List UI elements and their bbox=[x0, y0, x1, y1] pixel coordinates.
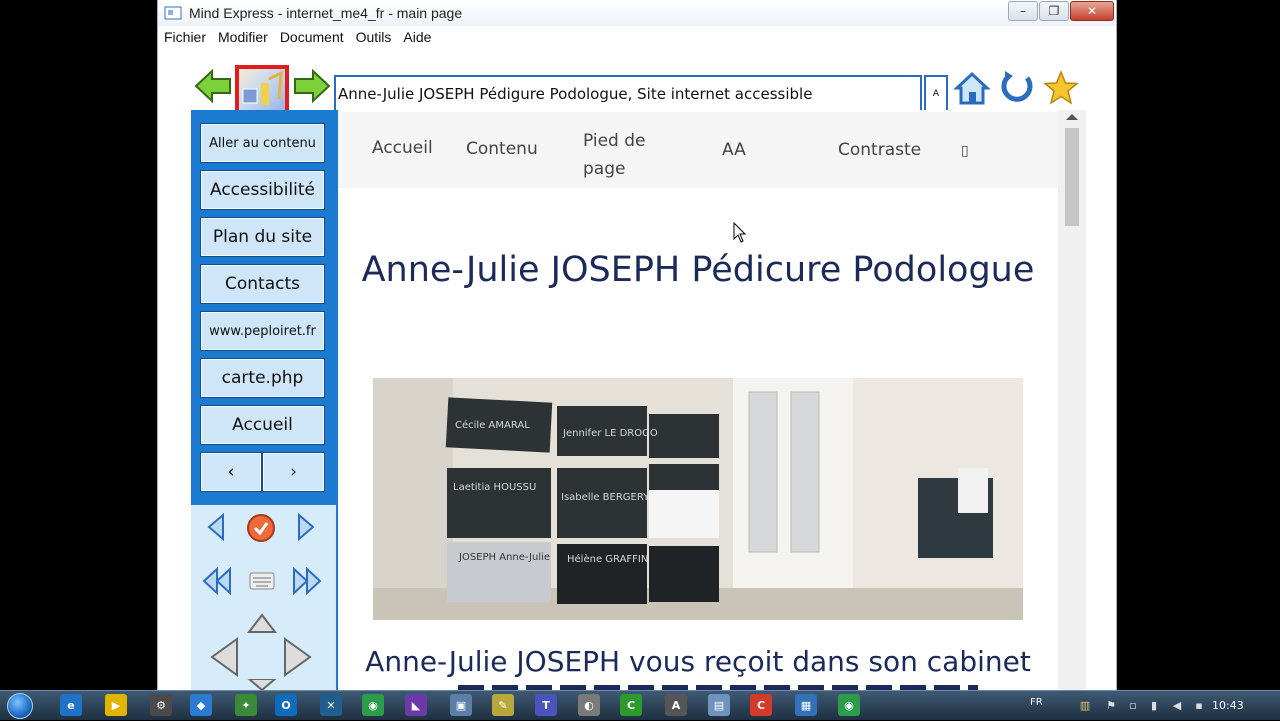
app-area: Anne-Julie JOSEPH Pédigure Podologue, Si… bbox=[191, 48, 1086, 690]
ie-taskbar-icon[interactable]: e bbox=[60, 694, 82, 716]
mind-express-window: Mind Express - internet_me4_fr - main pa… bbox=[157, 0, 1117, 690]
site-nav-contraste[interactable]: Contraste bbox=[838, 136, 921, 164]
teams-taskbar-icon[interactable]: T bbox=[535, 694, 557, 716]
taskbar: e ▶ ⚙ ◆ ✦ O ✕ ◉ ◣ ▣ ✎ T ◐ C A ▤ C ▦ ◉ FR… bbox=[0, 690, 1280, 720]
minimize-button[interactable]: – bbox=[1008, 1, 1038, 21]
tray-network-icon[interactable]: ▥ bbox=[1074, 694, 1096, 716]
sidebar-prev-button[interactable]: ‹ bbox=[200, 452, 262, 492]
sidebar-item-carte[interactable]: carte.php bbox=[200, 358, 325, 398]
address-bar[interactable]: Anne-Julie JOSEPH Pédigure Podologue, Si… bbox=[334, 75, 922, 113]
site-nav-accueil[interactable]: Accueil bbox=[372, 134, 433, 162]
menu-aide[interactable]: Aide bbox=[397, 29, 437, 45]
control-pad bbox=[191, 505, 336, 690]
sidebar-item-skip-to-content[interactable]: Aller au contenu bbox=[200, 123, 325, 163]
plaque-bergery: Isabelle BERGERY bbox=[561, 492, 650, 503]
site-nav-aa[interactable]: AA bbox=[722, 136, 746, 164]
plaque-joseph: JOSEPH Anne-Julie bbox=[458, 552, 550, 563]
menu-fichier[interactable]: Fichier bbox=[158, 29, 212, 45]
media-taskbar-icon[interactable]: ▶ bbox=[105, 694, 127, 716]
menu-document[interactable]: Document bbox=[274, 29, 350, 45]
menu-outils[interactable]: Outils bbox=[350, 29, 398, 45]
sidebar: Aller au contenu Accessibilité Plan du s… bbox=[191, 110, 336, 690]
sidebar-next-button[interactable]: › bbox=[262, 452, 325, 492]
back-arrow-icon[interactable] bbox=[193, 66, 233, 106]
navigation-toolbar: Anne-Julie JOSEPH Pédigure Podologue, Si… bbox=[191, 60, 1086, 121]
maximize-button[interactable]: ❐ bbox=[1039, 1, 1069, 21]
page-heading: Anne-Julie JOSEPH Pédicure Podologue bbox=[361, 250, 1035, 290]
plaque-le-drogo: Jennifer LE DROGO bbox=[562, 428, 658, 439]
next-icon[interactable] bbox=[295, 513, 317, 541]
forward-arrow-icon[interactable] bbox=[292, 66, 332, 106]
tool-taskbar-icon[interactable]: ⚙ bbox=[150, 694, 172, 716]
window-title: Mind Express - internet_me4_fr - main pa… bbox=[189, 5, 463, 21]
visualstudio-taskbar-icon[interactable]: ◣ bbox=[405, 694, 427, 716]
site-nav-contenu[interactable]: Contenu bbox=[466, 135, 538, 163]
vscode-taskbar-icon[interactable]: ◆ bbox=[190, 694, 212, 716]
down-arrow-icon[interactable] bbox=[247, 679, 277, 690]
sidebar-item-site-map[interactable]: Plan du site bbox=[200, 217, 325, 257]
vertical-scrollbar[interactable] bbox=[1058, 110, 1086, 690]
building-plaques-photo: Cécile AMARAL Jennifer LE DROGO Laetitia… bbox=[373, 378, 1023, 620]
web-view: Accueil Contenu Pied de page AA Contrast… bbox=[336, 110, 1086, 690]
language-indicator[interactable]: FR bbox=[1030, 697, 1043, 708]
close-button[interactable]: ✕ bbox=[1070, 1, 1114, 21]
previous-icon[interactable] bbox=[205, 513, 227, 541]
menu-modifier[interactable]: Modifier bbox=[212, 29, 274, 45]
favorites-star-icon[interactable] bbox=[1041, 68, 1081, 108]
calc-taskbar-icon[interactable]: C bbox=[620, 694, 642, 716]
site-nav-pied-de-page[interactable]: Pied de page bbox=[583, 127, 668, 183]
mouse-cursor-icon bbox=[733, 222, 747, 243]
sidebar-item-accessibility[interactable]: Accessibilité bbox=[200, 170, 325, 210]
left-arrow-icon[interactable] bbox=[209, 637, 239, 677]
site-nav-toggle-icon[interactable]: ▯ bbox=[961, 137, 969, 165]
archive-taskbar-icon[interactable]: A bbox=[665, 694, 687, 716]
outlook-taskbar-icon[interactable]: O bbox=[275, 694, 297, 716]
scroll-up-icon[interactable] bbox=[1066, 114, 1078, 120]
tray-security-icon[interactable]: ▪ bbox=[1188, 694, 1210, 716]
tray-signal-icon[interactable]: ▮ bbox=[1143, 694, 1165, 716]
rewind-icon[interactable] bbox=[201, 567, 233, 595]
site-navigation: Accueil Contenu Pied de page AA Contrast… bbox=[338, 112, 1058, 188]
intro-heading: Anne-Julie JOSEPH vous reçoit dans son c… bbox=[365, 645, 1031, 678]
tool2-taskbar-icon[interactable]: ◐ bbox=[578, 694, 600, 716]
tray-volume-icon[interactable]: ◀ bbox=[1166, 694, 1188, 716]
refresh-icon[interactable] bbox=[997, 68, 1037, 108]
tray-flag-icon[interactable]: ⚑ bbox=[1100, 694, 1122, 716]
explorer-taskbar-icon[interactable]: ▤ bbox=[708, 694, 730, 716]
clock[interactable]: 10:43 bbox=[1212, 699, 1244, 712]
sidebar-item-accueil[interactable]: Accueil bbox=[200, 405, 325, 445]
mindexpress-taskbar-icon[interactable]: ▦ bbox=[795, 694, 817, 716]
plaque-amaral: Cécile AMARAL bbox=[455, 419, 530, 431]
notes-taskbar-icon[interactable]: ✎ bbox=[492, 694, 514, 716]
window-controls: – ❐ ✕ bbox=[1007, 1, 1114, 21]
fast-forward-icon[interactable] bbox=[291, 567, 323, 595]
chrome-taskbar-icon[interactable]: ◉ bbox=[362, 694, 384, 716]
scroll-thumb[interactable] bbox=[1065, 128, 1079, 226]
title-bar: Mind Express - internet_me4_fr - main pa… bbox=[158, 0, 1116, 26]
menu-bar: Fichier Modifier Document Outils Aide bbox=[158, 27, 1116, 47]
font-size-button[interactable]: A bbox=[924, 75, 948, 113]
chrome2-taskbar-icon[interactable]: ◉ bbox=[838, 694, 860, 716]
stop-icon[interactable] bbox=[246, 513, 276, 543]
tray-usb-icon[interactable]: ▫ bbox=[1122, 694, 1144, 716]
app-taskbar-icon[interactable]: ✦ bbox=[235, 694, 257, 716]
excel-taskbar-icon[interactable]: ✕ bbox=[320, 694, 342, 716]
start-button[interactable] bbox=[2, 691, 38, 721]
home-icon[interactable] bbox=[952, 68, 992, 108]
up-arrow-icon[interactable] bbox=[247, 612, 277, 634]
sidebar-item-contacts[interactable]: Contacts bbox=[200, 264, 325, 304]
sidebar-item-peploiret[interactable]: www.peploiret.fr bbox=[200, 311, 325, 351]
red-app-taskbar-icon[interactable]: C bbox=[750, 694, 772, 716]
plaque-graffin: Hélène GRAFFIN bbox=[567, 553, 648, 565]
plaque-houssu: Laetitia HOUSSU bbox=[453, 482, 536, 493]
keyboard-icon[interactable] bbox=[248, 569, 276, 593]
folder-taskbar-icon[interactable]: ▣ bbox=[450, 694, 472, 716]
app-icon bbox=[164, 6, 182, 20]
intro-heading-cutoff-line bbox=[418, 682, 1018, 690]
right-arrow-icon[interactable] bbox=[283, 637, 313, 677]
